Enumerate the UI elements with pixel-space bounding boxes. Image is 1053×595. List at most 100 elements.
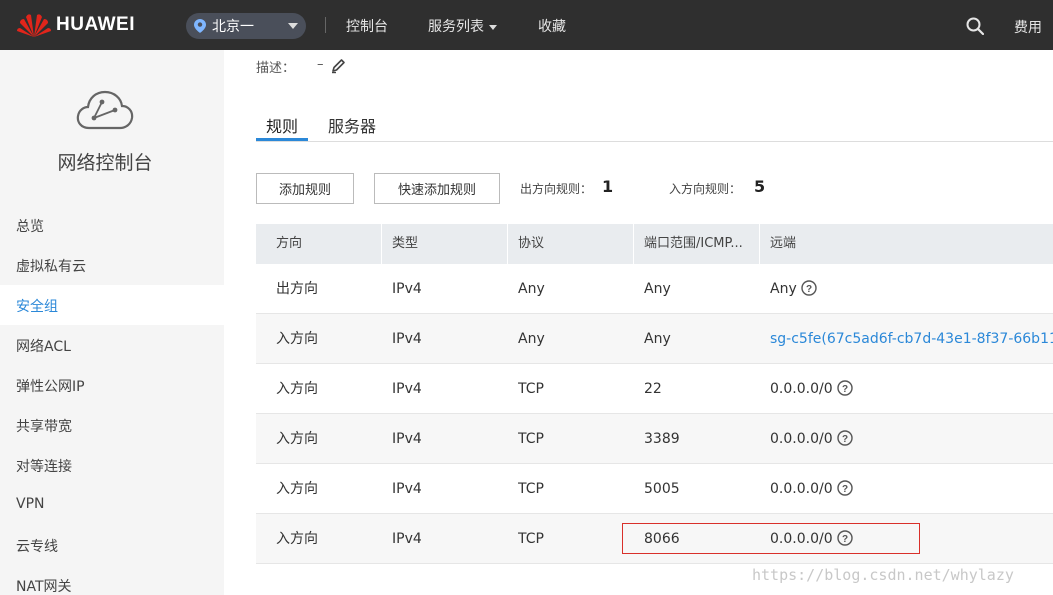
cell-protocol: TCP: [518, 431, 544, 447]
svg-text:?: ?: [842, 484, 848, 495]
cell-type: IPv4: [392, 531, 422, 547]
sidebar-item-peering[interactable]: 对等连接: [16, 456, 72, 476]
cell-type: IPv4: [392, 481, 422, 497]
svg-text:?: ?: [842, 434, 848, 445]
pencil-icon[interactable]: [330, 58, 346, 74]
chevron-down-icon: [288, 23, 298, 29]
table-row: 入方向 IPv4 TCP 8066 0.0.0.0/0?: [256, 514, 1053, 564]
cell-direction: 出方向: [276, 281, 318, 297]
sidebar-title: 网络控制台: [57, 152, 153, 174]
huawei-flower-icon: [17, 14, 51, 38]
active-tab-indicator: [256, 138, 308, 141]
cell-remote-value: 0.0.0.0/0: [770, 531, 833, 547]
cell-type: IPv4: [392, 381, 422, 397]
tab-servers[interactable]: 服务器: [328, 113, 376, 137]
watermark: https://blog.csdn.net/whylazy: [752, 566, 1014, 584]
search-icon[interactable]: [966, 17, 984, 35]
sidebar: 网络控制台 总览 虚拟私有云 安全组 网络ACL 弹性公网IP 共享带宽 对等连…: [0, 50, 224, 595]
table-row: 出方向 IPv4 Any Any Any?: [256, 264, 1053, 314]
sidebar-item-network-acl[interactable]: 网络ACL: [16, 336, 71, 356]
svg-text:?: ?: [842, 534, 848, 545]
description-label: 描述：: [256, 61, 296, 76]
nav-service-list[interactable]: 服务列表: [428, 16, 497, 36]
cell-remote-value: 0.0.0.0/0: [770, 431, 833, 447]
nav-divider: [325, 17, 326, 33]
table-row: 入方向 IPv4 TCP 22 0.0.0.0/0?: [256, 364, 1053, 414]
cell-port: 22: [644, 381, 662, 397]
outbound-rules-count: 1: [602, 177, 614, 196]
nav-service-list-label: 服务列表: [428, 19, 484, 35]
quick-add-rule-button[interactable]: 快速添加规则: [374, 173, 500, 204]
cell-direction: 入方向: [276, 331, 318, 347]
cell-remote: 0.0.0.0/0?: [770, 414, 853, 464]
cell-protocol: Any: [518, 331, 545, 347]
sidebar-item-direct-connect[interactable]: 云专线: [16, 536, 58, 556]
cell-remote: Any?: [770, 264, 817, 314]
nav-console[interactable]: 控制台: [346, 16, 388, 36]
sidebar-item-eip[interactable]: 弹性公网IP: [16, 376, 85, 396]
remote-security-group-link[interactable]: sg-c5fe(67c5ad6f-cb7d-43e1-8f37-66b11deb…: [770, 314, 1053, 364]
outbound-rules-label: 出方向规则：: [520, 182, 593, 196]
cell-protocol: TCP: [518, 531, 544, 547]
cell-port: Any: [644, 281, 671, 297]
sidebar-item-vpn[interactable]: VPN: [16, 496, 45, 512]
help-icon[interactable]: ?: [836, 380, 853, 396]
help-icon[interactable]: ?: [836, 480, 853, 496]
cell-type: IPv4: [392, 281, 422, 297]
huawei-logo[interactable]: HUAWEI: [16, 11, 135, 39]
chevron-down-icon: [489, 24, 497, 30]
cell-port: Any: [644, 331, 671, 347]
cell-protocol: TCP: [518, 381, 544, 397]
cell-remote: 0.0.0.0/0?: [770, 464, 853, 514]
nav-favorites[interactable]: 收藏: [538, 16, 566, 36]
cell-direction: 入方向: [276, 381, 318, 397]
cell-remote: 0.0.0.0/0?: [770, 364, 853, 414]
help-icon[interactable]: ?: [836, 430, 853, 446]
table-row: 入方向 IPv4 TCP 3389 0.0.0.0/0?: [256, 414, 1053, 464]
column-remote[interactable]: 远端: [760, 224, 1053, 264]
cell-protocol: TCP: [518, 481, 544, 497]
sidebar-item-security-group[interactable]: 安全组: [16, 296, 58, 316]
cell-protocol: Any: [518, 281, 545, 297]
nav-fee[interactable]: 费用: [1014, 17, 1042, 37]
tab-bar: 规则 服务器: [256, 110, 1053, 142]
top-bar: HUAWEI 北京一 控制台 服务列表 收藏 费用: [0, 0, 1053, 50]
cell-remote: 0.0.0.0/0?: [770, 514, 853, 564]
help-icon[interactable]: ?: [836, 530, 853, 546]
svg-text:?: ?: [842, 384, 848, 395]
column-direction[interactable]: 方向: [256, 224, 382, 264]
cell-remote-value: 0.0.0.0/0: [770, 381, 833, 397]
sidebar-item-overview[interactable]: 总览: [16, 216, 44, 236]
help-icon[interactable]: ?: [801, 280, 817, 296]
inbound-rules-label: 入方向规则：: [669, 182, 742, 196]
tab-rules[interactable]: 规则: [266, 113, 298, 137]
description-value: –: [317, 57, 324, 72]
brand-name: HUAWEI: [56, 14, 135, 35]
cell-type: IPv4: [392, 431, 422, 447]
sidebar-item-shared-bandwidth[interactable]: 共享带宽: [16, 416, 72, 436]
inbound-rules-count: 5: [754, 177, 766, 196]
cloud-network-icon: [76, 90, 134, 130]
cell-port: 8066: [644, 531, 680, 547]
sidebar-item-vpc[interactable]: 虚拟私有云: [16, 256, 86, 276]
sidebar-item-nat-gateway[interactable]: NAT网关: [16, 576, 72, 595]
column-type[interactable]: 类型: [382, 224, 508, 264]
region-selector[interactable]: 北京一: [186, 13, 306, 39]
column-protocol[interactable]: 协议: [508, 224, 634, 264]
cell-remote-value: Any: [770, 281, 797, 297]
svg-text:?: ?: [806, 284, 812, 295]
cell-port: 3389: [644, 431, 680, 447]
column-port-range[interactable]: 端口范围/ICMP...: [634, 224, 760, 264]
cell-port: 5005: [644, 481, 680, 497]
add-rule-button[interactable]: 添加规则: [256, 173, 354, 204]
cell-remote-value: 0.0.0.0/0: [770, 481, 833, 497]
cell-direction: 入方向: [276, 431, 318, 447]
table-row: 入方向 IPv4 TCP 5005 0.0.0.0/0?: [256, 464, 1053, 514]
cell-direction: 入方向: [276, 531, 318, 547]
location-pin-icon: [194, 19, 206, 33]
cell-direction: 入方向: [276, 481, 318, 497]
region-label: 北京一: [212, 19, 254, 35]
table-header: 方向 类型 协议 端口范围/ICMP... 远端: [256, 224, 1053, 264]
cell-type: IPv4: [392, 331, 422, 347]
table-row: 入方向 IPv4 Any Any sg-c5fe(67c5ad6f-cb7d-4…: [256, 314, 1053, 364]
